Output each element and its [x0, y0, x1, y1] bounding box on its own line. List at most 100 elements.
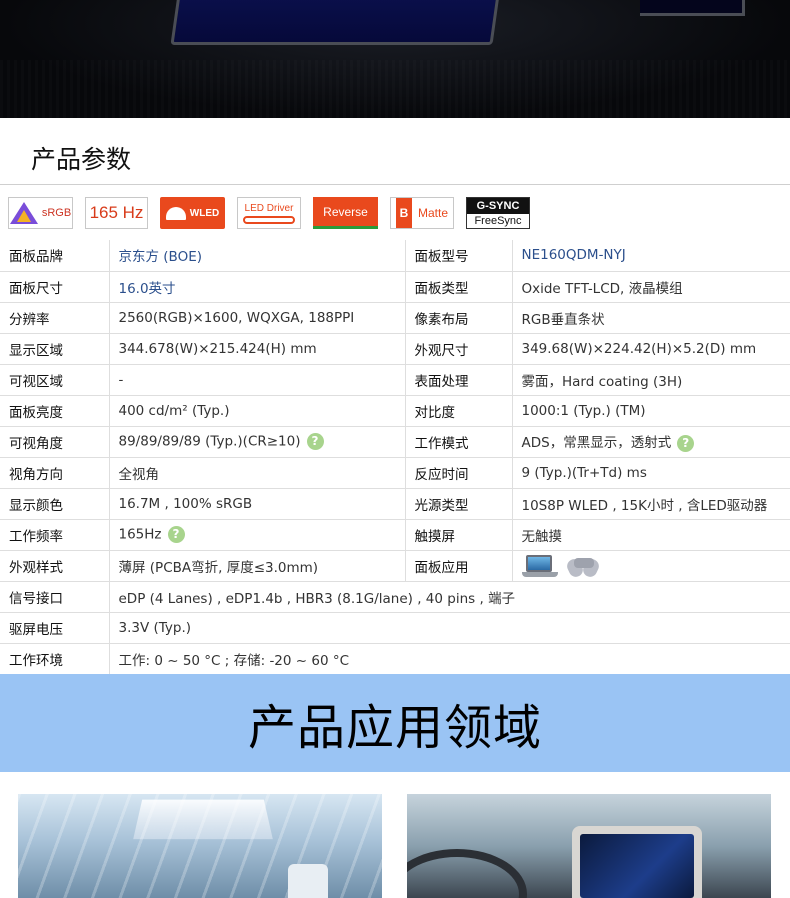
spec-label: 像素布局: [404, 302, 512, 334]
spec-value-cell: 349.68(W)×224.42(H)×5.2(D) mm: [511, 333, 790, 365]
table-row: 面板尺寸 16.0英寸 面板类型 Oxide TFT-LCD, 液晶模组: [0, 271, 790, 303]
spec-label: 触摸屏: [404, 519, 512, 551]
spec-value-cell: 京东方 (BOE): [108, 240, 405, 272]
led-driver-badge: LED Driver: [237, 197, 301, 229]
hero-product-image: [0, 0, 790, 118]
spec-value-cell: 165Hz?: [108, 519, 405, 551]
monitor-screen: [170, 0, 502, 45]
gsync-badge: G-SYNC FreeSync: [466, 197, 530, 229]
table-row: 可视区域 - 表面处理 雾面，Hard coating (3H): [0, 364, 790, 396]
question-mark-icon[interactable]: ?: [677, 434, 695, 452]
spec-value: 10S8P WLED , 15K小时 , 含LED驱动器: [521, 497, 768, 514]
table-row: 面板品牌 京东方 (BOE) 面板型号 NE160QDM-NYJ: [0, 240, 790, 272]
spec-value: -: [118, 371, 124, 388]
spec-value: 16.7M , 100% sRGB: [118, 495, 253, 512]
table-row: 显示颜色 16.7M , 100% sRGB 光源类型 10S8P WLED , 15…: [0, 488, 790, 520]
laptop-icon: [521, 554, 558, 577]
spec-label: 面板应用: [404, 550, 512, 582]
spec-label: 面板类型: [404, 271, 512, 303]
reverse-badge-label: Reverse: [323, 204, 368, 219]
spec-value: RGB垂直条状: [521, 311, 605, 328]
spec-value-cell: [511, 550, 790, 582]
spec-label: 面板亮度: [0, 395, 109, 427]
panel-application-icons: [521, 554, 601, 579]
spec-label: 表面处理: [404, 364, 512, 396]
spec-value: 400 cd/m² (Typ.): [118, 402, 230, 419]
banner-title: 产品应用领域: [247, 700, 542, 756]
car-display-screen: [580, 834, 694, 898]
spec-value-cell: 全视角: [108, 457, 405, 489]
spec-value-cell: eDP (4 Lanes) , eDP1.4b , HBR3 (8.1G/lan…: [108, 581, 790, 613]
spec-label: 视角方向: [0, 457, 109, 489]
spec-value-cell: 9 (Typ.)(Tr+Td) ms: [511, 457, 790, 489]
spec-value-cell: 3.3V (Typ.): [108, 612, 790, 644]
srgb-badge: sRGB: [8, 197, 73, 229]
spec-value: NE160QDM-NYJ: [521, 247, 626, 264]
spec-label: 工作模式: [404, 426, 512, 458]
laptop-screen: [525, 554, 552, 572]
spec-label: 外观样式: [0, 550, 109, 582]
table-row: 面板亮度 400 cd/m² (Typ.) 对比度 1000:1 (Typ.) (TM…: [0, 395, 790, 427]
laptop-base: [521, 571, 558, 577]
spec-value-cell: 16.0英寸: [108, 271, 405, 303]
spec-value-cell: 10S8P WLED , 15K小时 , 含LED驱动器: [511, 488, 790, 520]
spec-table: 面板品牌 京东方 (BOE) 面板型号 NE160QDM-NYJ 面板尺寸 16.0英寸面…: [0, 240, 790, 675]
application-image-car: [407, 794, 771, 898]
spec-label: 分辨率: [0, 302, 109, 334]
led-strip-icon: [243, 215, 295, 224]
spec-label: 显示颜色: [0, 488, 109, 520]
freesync-badge-label: FreeSync: [474, 215, 522, 227]
spec-label: 面板尺寸: [0, 271, 109, 303]
feature-badges: sRGB 165 Hz WLED LED Driver Reverse B Ma…: [0, 186, 790, 240]
spec-value: 349.68(W)×224.42(H)×5.2(D) mm: [521, 340, 757, 357]
monitor-screen-secondary: [640, 0, 745, 16]
spec-value-cell: 无触摸: [511, 519, 790, 551]
table-row: 分辨率 2560(RGB)×1600, WQXGA, 188PPI 像素布局 RGB垂…: [0, 302, 790, 334]
spec-value: 16.0英寸: [118, 280, 176, 297]
table-row: 驱屏电压 3.3V (Typ.): [0, 612, 790, 644]
spec-value: 无触摸: [521, 528, 563, 545]
table-row: 外观样式 薄屏 (PCBA弯折, 厚度≤3.0mm) 面板应用: [0, 550, 790, 582]
spec-value: 全视角: [118, 466, 160, 483]
spec-value: eDP (4 Lanes) , eDP1.4b , HBR3 (8.1G/lan…: [118, 590, 516, 607]
spec-label: 可视角度: [0, 426, 109, 458]
spec-value-cell: 344.678(W)×215.424(H) mm: [108, 333, 405, 365]
table-row: 可视角度 89/89/89/89 (Typ.)(CR≥10)? 工作模式 ADS，常黑…: [0, 426, 790, 458]
spec-value-cell: 薄屏 (PCBA弯折, 厚度≤3.0mm): [108, 550, 405, 582]
spec-value-cell: 2560(RGB)×1600, WQXGA, 188PPI: [108, 302, 405, 334]
spec-value-cell: 工作: 0 ~ 50 °C ; 存储: -20 ~ 60 °C: [108, 643, 790, 675]
spec-label: 对比度: [404, 395, 512, 427]
spec-label: 面板品牌: [0, 240, 109, 272]
table-row: 视角方向 全视角 反应时间 9 (Typ.)(Tr+Td) ms: [0, 457, 790, 489]
application-banner: 产品应用领域: [0, 674, 790, 772]
led-dome-icon: [165, 206, 186, 220]
spec-value: 1000:1 (Typ.) (TM): [521, 402, 646, 419]
hero-reflection: [0, 60, 790, 118]
color-gamut-icon: [9, 202, 38, 224]
spec-value-cell: RGB垂直条状: [511, 302, 790, 334]
spec-label: 反应时间: [404, 457, 512, 489]
spec-value: 工作: 0 ~ 50 °C ; 存储: -20 ~ 60 °C: [118, 652, 350, 669]
gamepad-icon: [564, 554, 601, 579]
table-row: 工作频率 165Hz? 触摸屏 无触摸: [0, 519, 790, 551]
spec-value-cell: 雾面，Hard coating (3H): [511, 364, 790, 396]
spec-label: 外观尺寸: [404, 333, 512, 365]
spec-value: 京东方 (BOE): [118, 249, 203, 266]
matte-badge-label: Matte: [417, 206, 448, 220]
spec-label: 工作环境: [0, 643, 109, 675]
spec-value-cell: ADS，常黑显示，透射式?: [511, 426, 790, 458]
spec-label: 面板型号: [404, 240, 512, 272]
gsync-badge-label: G-SYNC: [467, 198, 529, 214]
spec-value-cell: 1000:1 (Typ.) (TM): [511, 395, 790, 427]
spec-value-cell: NE160QDM-NYJ: [511, 240, 790, 272]
spec-value: 雾面，Hard coating (3H): [521, 373, 683, 390]
question-mark-icon[interactable]: ?: [167, 526, 185, 543]
spec-value: 2560(RGB)×1600, WQXGA, 188PPI: [118, 309, 355, 326]
spec-value-cell: 400 cd/m² (Typ.): [108, 395, 405, 427]
matte-badge: B Matte: [390, 197, 454, 229]
question-mark-icon[interactable]: ?: [306, 433, 324, 450]
spec-value: 89/89/89/89 (Typ.)(CR≥10): [118, 433, 301, 450]
spec-value: 薄屏 (PCBA弯折, 厚度≤3.0mm): [118, 559, 319, 576]
spec-label: 光源类型: [404, 488, 512, 520]
spec-value: 344.678(W)×215.424(H) mm: [118, 340, 317, 357]
